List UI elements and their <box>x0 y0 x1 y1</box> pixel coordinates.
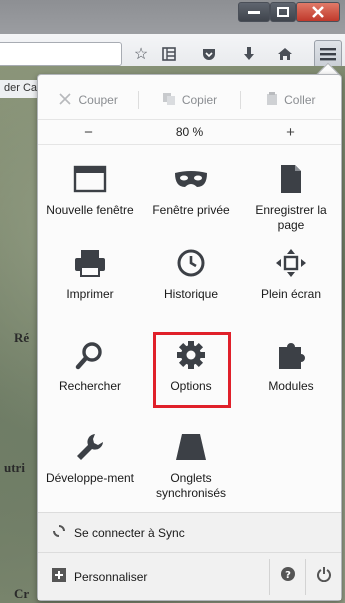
new-window-label: Nouvelle fenêtre <box>46 203 134 217</box>
paste-button[interactable]: Coller <box>241 85 341 115</box>
developer-label: Développe-ment <box>45 471 135 485</box>
history-label: Historique <box>163 287 219 301</box>
private-window-label: Fenêtre privée <box>152 203 230 217</box>
edit-controls: Couper Copier Coller <box>38 85 341 115</box>
synced-tabs-label: Onglets synchronisés <box>155 471 227 500</box>
svg-text:?: ? <box>285 570 291 581</box>
paste-label: Coller <box>284 93 316 107</box>
power-icon <box>316 566 332 587</box>
sync-signin-row[interactable]: Se connecter à Sync <box>38 512 341 552</box>
customize-row: Personnaliser ? <box>38 552 341 600</box>
zoom-out-button[interactable]: − <box>38 120 139 144</box>
history-button[interactable]: Historique <box>141 245 241 302</box>
plus-square-icon <box>52 568 66 585</box>
options-highlight-box <box>153 332 231 408</box>
download-icon[interactable] <box>238 43 260 65</box>
copy-label: Copier <box>181 93 218 107</box>
developer-button[interactable]: Développe-ment <box>40 429 140 486</box>
map-label: Ré <box>14 330 30 345</box>
cut-label: Couper <box>78 93 118 107</box>
zoom-controls: − 80 % + <box>38 119 341 145</box>
fullscreen-button[interactable]: Plein écran <box>241 245 341 302</box>
window-titlebar <box>0 0 345 34</box>
find-label: Rechercher <box>58 379 122 393</box>
clipboard-icon <box>266 91 278 109</box>
zoom-in-button[interactable]: + <box>240 120 341 144</box>
help-icon: ? <box>280 566 296 587</box>
printer-icon <box>40 245 140 281</box>
map-label: utri <box>4 460 25 475</box>
synced-tabs-button[interactable]: Onglets synchronisés <box>141 429 241 501</box>
save-page-button[interactable]: Enregistrer la page <box>241 161 341 233</box>
customize-button[interactable]: Personnaliser <box>52 568 147 585</box>
synced-tabs-icon <box>141 429 241 465</box>
new-window-button[interactable]: Nouvelle fenêtre <box>40 161 140 218</box>
wrench-icon <box>40 429 140 465</box>
zoom-reset-button[interactable]: 80 % <box>139 120 240 144</box>
maximize-button[interactable] <box>270 2 296 22</box>
pocket-icon[interactable] <box>198 43 220 65</box>
new-window-icon <box>40 161 140 197</box>
print-button[interactable]: Imprimer <box>40 245 140 302</box>
bookmark-star-icon[interactable]: ☆ <box>130 43 152 65</box>
sync-icon <box>52 524 66 541</box>
copy-icon <box>162 92 176 109</box>
main-menu-panel: Couper Copier Coller − 80 % + Nouvelle f… <box>37 74 342 601</box>
private-mask-icon <box>141 161 241 197</box>
close-window-button[interactable] <box>296 2 340 22</box>
minimize-button[interactable] <box>238 2 270 22</box>
quit-button[interactable] <box>305 558 341 595</box>
fullscreen-icon <box>241 245 341 281</box>
puzzle-icon <box>241 337 341 373</box>
home-icon[interactable] <box>274 43 296 65</box>
copy-button[interactable]: Copier <box>139 85 239 115</box>
url-bar[interactable] <box>0 42 122 66</box>
bookmarks-library-icon[interactable] <box>158 43 180 65</box>
search-icon <box>40 337 140 373</box>
map-label: Cr <box>14 586 30 601</box>
addons-button[interactable]: Modules <box>241 337 341 394</box>
bookmark-tab[interactable]: der Ca <box>0 80 42 98</box>
addons-label: Modules <box>268 379 314 393</box>
private-window-button[interactable]: Fenêtre privée <box>141 161 241 218</box>
scissors-icon <box>58 92 72 109</box>
print-label: Imprimer <box>66 287 114 301</box>
help-button[interactable]: ? <box>269 558 305 595</box>
cut-button[interactable]: Couper <box>38 85 138 115</box>
fullscreen-label: Plein écran <box>260 287 322 301</box>
customize-label: Personnaliser <box>74 569 148 584</box>
history-clock-icon <box>141 245 241 281</box>
sync-signin-label: Se connecter à Sync <box>74 525 185 540</box>
find-button[interactable]: Rechercher <box>40 337 140 394</box>
save-page-label: Enregistrer la page <box>255 203 327 232</box>
save-page-icon <box>241 161 341 197</box>
